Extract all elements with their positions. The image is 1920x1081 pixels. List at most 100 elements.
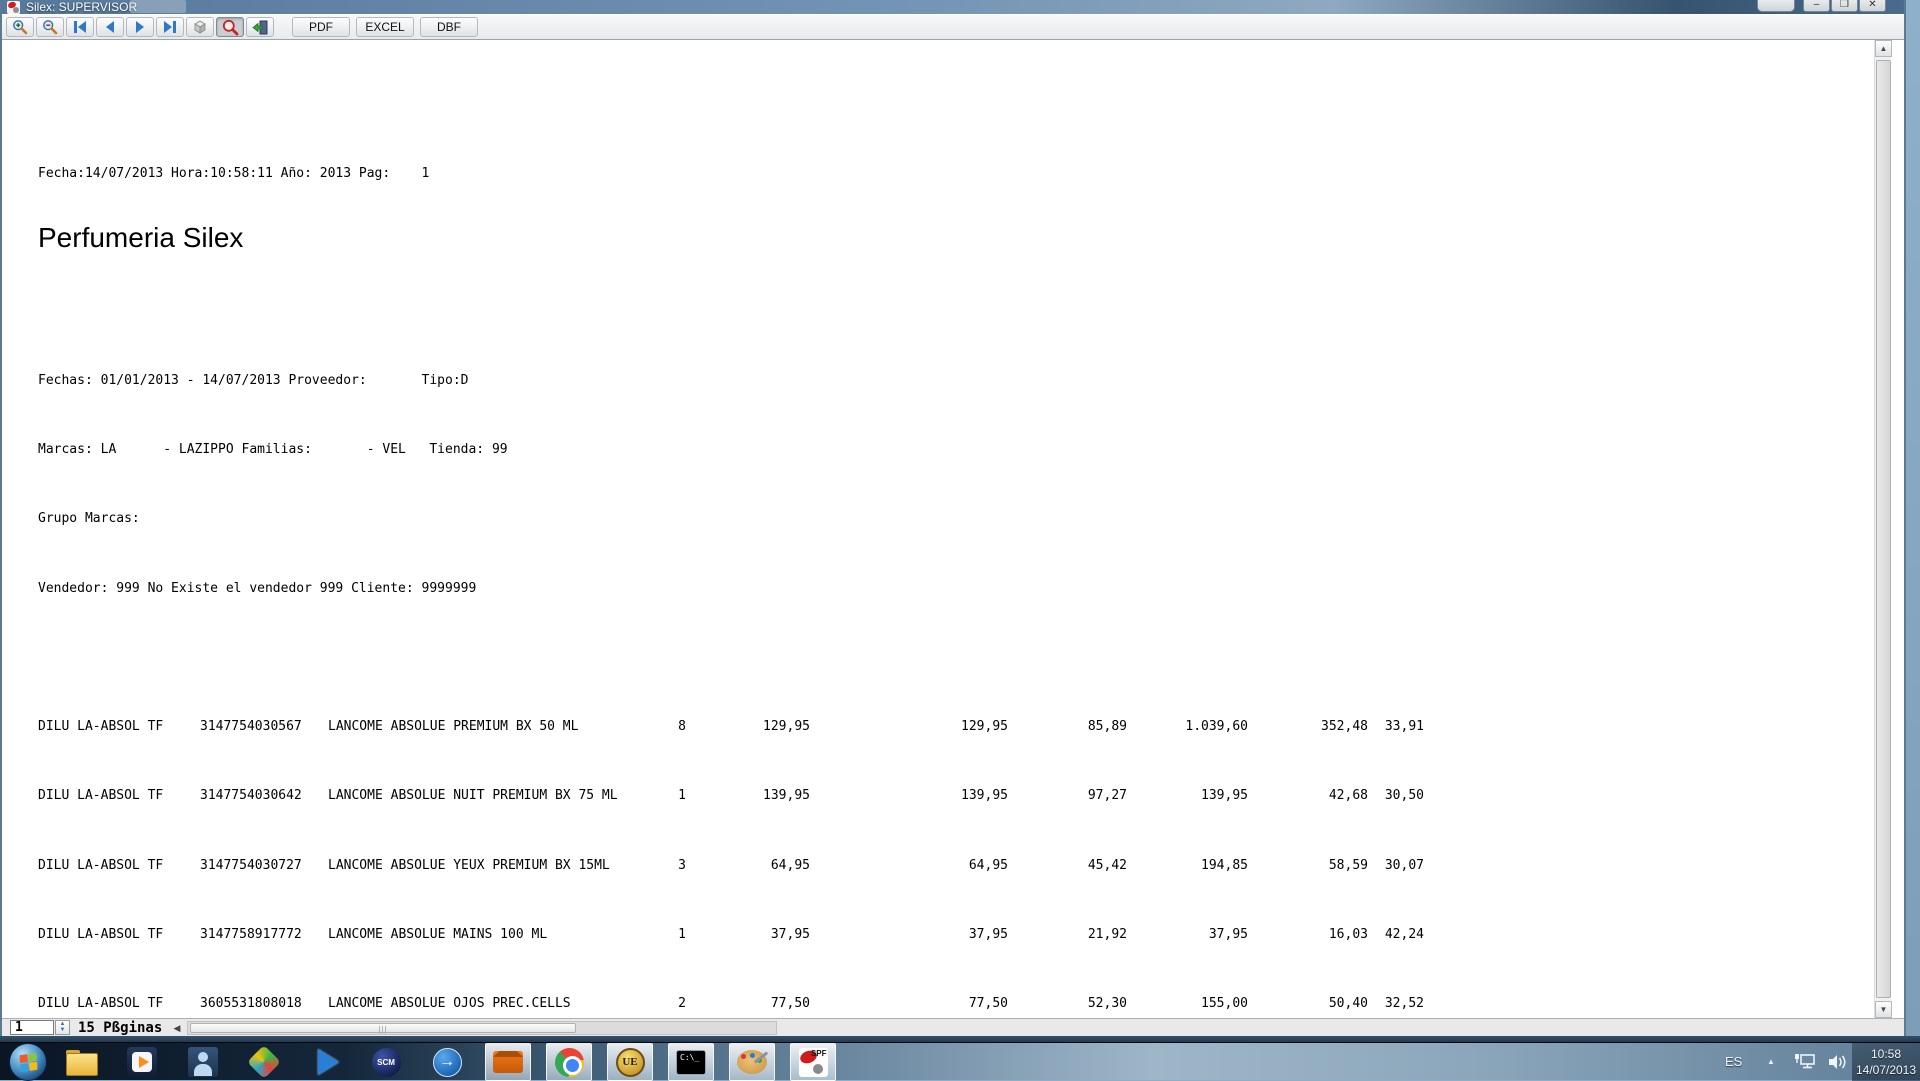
- language-indicator[interactable]: ES: [1725, 1054, 1742, 1069]
- cell-pvp: 64,95: [770, 857, 810, 873]
- printer-icon: [194, 20, 206, 34]
- cell-total: 194,85: [1201, 857, 1248, 873]
- clock[interactable]: 10:58 14/07/2013: [1852, 1043, 1920, 1081]
- next-page-icon: [136, 21, 144, 33]
- report-row: DILU LA-ABSOL TF 3147754030727 LANCOME ABS…: [4, 858, 1872, 875]
- horizontal-scrollbar[interactable]: |||: [187, 1021, 777, 1035]
- next-page-button[interactable]: [126, 17, 154, 37]
- print-button[interactable]: [186, 17, 214, 37]
- cell-pvp: 37,95: [770, 926, 810, 942]
- spf-gray-dot: [812, 1063, 823, 1074]
- clock-time: 10:58: [1870, 1047, 1902, 1061]
- cell-pct: 30,07: [1384, 857, 1424, 873]
- search-icon: [222, 19, 238, 35]
- exit-door-icon: [251, 20, 267, 34]
- cell-pct: 30,50: [1384, 788, 1424, 804]
- first-page-button[interactable]: [66, 17, 94, 37]
- maximize-button[interactable]: ❐: [1831, 0, 1858, 12]
- window-title: Silex: SUPERVISOR: [26, 0, 138, 14]
- page-number-input[interactable]: 1: [10, 1020, 54, 1035]
- taskbar-item-user-manager[interactable]: [180, 1043, 226, 1081]
- taskbar-items: SCM → UE C:\_ SPF: [58, 1043, 851, 1081]
- app-window: Silex: SUPERVISOR – ❐ ✕ PDF EXCEL DBF Fe…: [0, 0, 1906, 1042]
- taskbar-item-player[interactable]: [302, 1043, 348, 1081]
- folder-icon: [66, 1050, 98, 1076]
- cell-cost: 45,42: [1087, 857, 1127, 873]
- cell-code: 3147754030727: [200, 857, 302, 873]
- zoom-in-button[interactable]: [6, 17, 34, 37]
- page-spinner[interactable]: ▲ ▼: [55, 1020, 70, 1035]
- report-row: DILU LA-ABSOL TF 3147754030567 LANCOME ABS…: [4, 719, 1872, 736]
- cell-brand: DILU LA-ABSOL TF: [38, 788, 164, 804]
- scroll-grip: |||: [378, 1025, 388, 1034]
- cell-code: 3147758917772: [200, 926, 302, 942]
- scm-icon: SCM: [371, 1047, 401, 1077]
- last-page-icon: [164, 21, 176, 33]
- cell-pct: 42,24: [1384, 926, 1424, 942]
- zoom-out-button[interactable]: [36, 17, 64, 37]
- export-pdf-button[interactable]: PDF: [292, 17, 350, 37]
- speaker-icon[interactable]: [1827, 1053, 1847, 1071]
- taskbar-item-ultraedit[interactable]: UE: [607, 1043, 653, 1081]
- cell-margin: 16,03: [1328, 926, 1368, 942]
- vertical-scrollbar[interactable]: ▲ ▼: [1874, 40, 1892, 1018]
- previous-page-icon: [106, 21, 114, 33]
- minimize-button[interactable]: –: [1803, 0, 1830, 12]
- cell-pvp2: 129,95: [961, 719, 1008, 734]
- zoom-out-icon: [43, 20, 58, 35]
- play-icon: [317, 1049, 339, 1075]
- export-dbf-button[interactable]: DBF: [420, 17, 478, 37]
- first-page-icon: [74, 21, 86, 33]
- taskbar-item-spf[interactable]: SPF: [790, 1043, 836, 1081]
- cell-pvp: 139,95: [763, 788, 810, 804]
- scroll-up-button[interactable]: ▲: [1875, 40, 1892, 57]
- zoom-in-icon: [13, 20, 28, 35]
- taskbar-item-paint[interactable]: [729, 1043, 775, 1081]
- export-excel-button[interactable]: EXCEL: [356, 17, 414, 37]
- statusbar: 1 ▲ ▼ 15 Pßginas ◀ |||: [2, 1018, 1904, 1036]
- cell-cost: 85,89: [1087, 719, 1127, 734]
- taskbar-item-media-player[interactable]: [119, 1043, 165, 1081]
- cell-code: 3147754030567: [200, 719, 302, 734]
- report-filter-vendedor: Vendedor: 999 No Existe el vendedor 999 …: [38, 581, 477, 596]
- cell-margin: 352,48: [1321, 719, 1368, 734]
- hscroll-left-arrow[interactable]: ◀: [170, 1021, 184, 1035]
- taskbar-item-mail[interactable]: [485, 1043, 531, 1081]
- spinner-down-icon[interactable]: ▼: [56, 1027, 69, 1034]
- horizontal-scroll-thumb[interactable]: |||: [190, 1023, 576, 1034]
- clock-date: 14/07/2013: [1855, 1063, 1917, 1077]
- cell-cost: 21,92: [1087, 926, 1127, 942]
- start-button[interactable]: [9, 1043, 47, 1081]
- taskbar-item-prism-app[interactable]: [241, 1043, 287, 1081]
- cell-pvp: 77,50: [770, 996, 810, 1012]
- cell-brand: DILU LA-ABSOL TF: [38, 996, 164, 1012]
- taskbar-item-explorer[interactable]: [58, 1043, 104, 1081]
- taskbar-item-scm[interactable]: SCM: [363, 1043, 409, 1081]
- network-icon[interactable]: [1793, 1053, 1817, 1071]
- report-row: DILU LA-ABSOL TF 3605531808018 LANCOME ABS…: [4, 996, 1872, 1013]
- taskbar-item-chrome[interactable]: [546, 1043, 592, 1081]
- spf-app-icon: SPF: [797, 1047, 828, 1077]
- search-button[interactable]: [216, 17, 244, 37]
- close-button[interactable]: ✕: [1859, 0, 1886, 12]
- vertical-scroll-thumb[interactable]: [1876, 60, 1891, 998]
- previous-page-button[interactable]: [96, 17, 124, 37]
- window-menu-button[interactable]: [1757, 0, 1795, 12]
- app-icon: [7, 1, 20, 14]
- report-row: DILU LA-ABSOL TF 3147758917772 LANCOME ABS…: [4, 927, 1872, 944]
- taskbar-item-arrow-app[interactable]: →: [424, 1043, 470, 1081]
- exit-button[interactable]: [246, 17, 274, 37]
- show-hidden-icons-button[interactable]: ▲: [1767, 1057, 1775, 1066]
- last-page-button[interactable]: [156, 17, 184, 37]
- cell-pct: 32,52: [1384, 996, 1424, 1012]
- cell-pvp2: 64,95: [968, 857, 1008, 873]
- cell-brand: DILU LA-ABSOL TF: [38, 857, 164, 873]
- cell-total: 155,00: [1201, 996, 1248, 1012]
- cell-qty: 1: [678, 926, 686, 942]
- scroll-down-button[interactable]: ▼: [1875, 1001, 1892, 1018]
- media-player-icon: [127, 1047, 157, 1077]
- envelope-icon: [493, 1051, 523, 1073]
- taskbar-item-command-prompt[interactable]: C:\_: [668, 1043, 714, 1081]
- total-pages-label: 15 Pßginas: [78, 1020, 163, 1036]
- cell-pvp2: 139,95: [961, 788, 1008, 804]
